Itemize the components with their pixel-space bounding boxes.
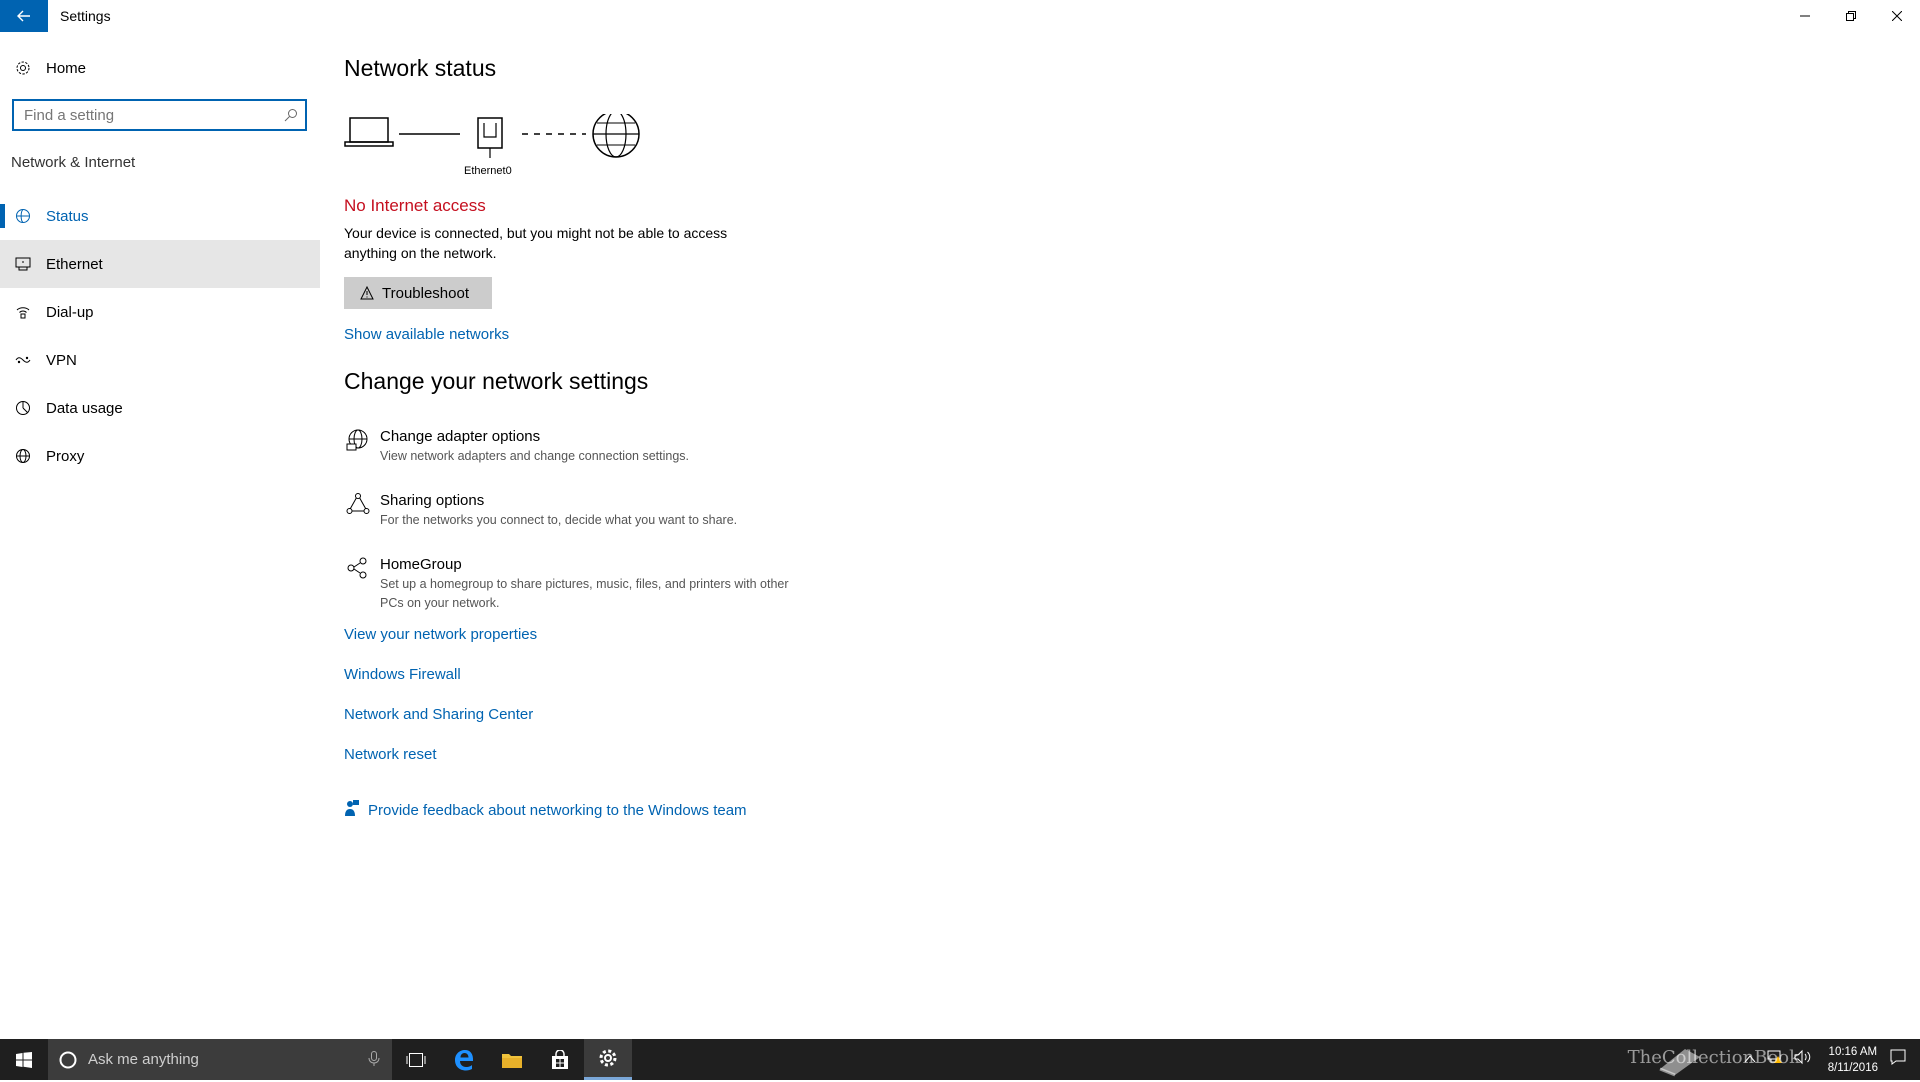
taskbar: Ask me anything TheCollectionBook 10:16 …: [0, 1039, 1920, 1080]
clock-date: 8/11/2016: [1827, 1061, 1878, 1074]
file-explorer-button[interactable]: [488, 1039, 536, 1080]
status-icon: [14, 207, 32, 225]
option-description: Set up a homegroup to share pictures, mu…: [380, 577, 789, 610]
dialup-icon: [14, 303, 32, 321]
sidebar-item-label: VPN: [46, 351, 77, 369]
laptop-icon: [344, 117, 394, 147]
sidebar-item-data-usage[interactable]: Data usage: [0, 384, 320, 432]
homegroup-option[interactable]: HomeGroup Set up a homegroup to share pi…: [344, 556, 824, 613]
action-center-icon[interactable]: [1890, 1049, 1906, 1070]
minimize-icon: [1800, 15, 1810, 17]
option-title: Sharing options: [380, 492, 485, 509]
restore-button[interactable]: [1828, 0, 1874, 32]
connection-status-description: Your device is connected, but you might …: [344, 225, 728, 261]
settings-gear-icon: [599, 1049, 617, 1067]
show-available-networks-link[interactable]: Show available networks: [344, 326, 509, 343]
sidebar-item-label: Dial-up: [46, 303, 94, 321]
globe-icon: [14, 447, 32, 465]
sidebar-item-label: Ethernet: [46, 255, 103, 273]
feedback-link[interactable]: Provide feedback about networking to the…: [344, 799, 747, 822]
cortana-search-box[interactable]: Ask me anything: [48, 1039, 392, 1080]
connection-status-heading: No Internet access: [344, 196, 486, 215]
window-title: Settings: [60, 8, 111, 24]
sidebar-item-ethernet[interactable]: Ethernet: [0, 240, 320, 288]
adapter-caption: Ethernet0: [464, 165, 512, 177]
minimize-button[interactable]: [1782, 0, 1828, 32]
watermark-text: TheCollectionBook: [1627, 1047, 1800, 1068]
option-description: For the networks you connect to, decide …: [380, 513, 738, 527]
title-bar: Settings: [0, 0, 1920, 32]
home-label: Home: [46, 59, 87, 77]
sidebar-item-label: Data usage: [46, 399, 123, 417]
section-title: Network & Internet: [11, 154, 136, 171]
close-icon: [1892, 11, 1902, 21]
cortana-placeholder: Ask me anything: [88, 1051, 199, 1068]
settings-search[interactable]: [12, 99, 307, 131]
windows-firewall-link[interactable]: Windows Firewall: [344, 666, 461, 683]
network-reset-link[interactable]: Network reset: [344, 746, 437, 763]
troubleshoot-label: Troubleshoot: [382, 284, 469, 302]
edge-icon: [455, 1049, 474, 1070]
settings-app-button[interactable]: [584, 1039, 632, 1080]
sidebar-item-label: Status: [46, 207, 89, 225]
network-sharing-center-link[interactable]: Network and Sharing Center: [344, 706, 533, 723]
book-watermark-icon: [1655, 1043, 1705, 1082]
clock[interactable]: 10:16 AM 8/11/2016: [1828, 1044, 1878, 1076]
gear-icon: [14, 59, 32, 77]
sharing-icon: [344, 492, 372, 520]
view-network-properties-link[interactable]: View your network properties: [344, 626, 537, 643]
start-button[interactable]: [0, 1039, 48, 1080]
vpn-icon: [14, 351, 32, 369]
adapter-globe-icon: [344, 428, 372, 456]
sidebar-item-dialup[interactable]: Dial-up: [0, 288, 320, 336]
back-button[interactable]: [0, 0, 48, 32]
close-button[interactable]: [1874, 0, 1920, 32]
data-usage-icon: [14, 399, 32, 417]
back-arrow-icon: [17, 10, 30, 22]
windows-logo-icon: [16, 1051, 32, 1068]
sidebar-item-label: Proxy: [46, 447, 85, 465]
sidebar-item-vpn[interactable]: VPN: [0, 336, 320, 384]
sidebar-item-proxy[interactable]: Proxy: [0, 432, 320, 480]
ethernet-icon: [14, 255, 32, 273]
task-view-icon: [406, 1052, 426, 1067]
task-view-button[interactable]: [392, 1039, 440, 1080]
window-controls: [1782, 0, 1920, 32]
option-title: HomeGroup: [380, 556, 462, 573]
main-content: Network status Ethernet0 No Internet acc…: [344, 32, 1844, 1039]
system-tray: TheCollectionBook 10:16 AM 8/11/2016: [1628, 1039, 1920, 1080]
restore-icon: [1846, 11, 1856, 21]
search-icon[interactable]: [277, 108, 305, 122]
ethernet-port-icon: [477, 117, 503, 158]
microphone-icon[interactable]: [368, 1051, 380, 1067]
store-button[interactable]: [536, 1039, 584, 1080]
sidebar: Home Network & Internet Status Ethernet …: [0, 32, 320, 1039]
home-nav-item[interactable]: Home: [0, 52, 320, 84]
homegroup-icon: [344, 556, 372, 584]
sharing-options[interactable]: Sharing options For the networks you con…: [344, 492, 824, 530]
clock-time: 10:16 AM: [1828, 1045, 1878, 1058]
sidebar-nav: Status Ethernet Dial-up VPN Data usage P…: [0, 192, 320, 480]
warning-icon: [360, 286, 374, 300]
option-description: View network adapters and change connect…: [380, 449, 689, 463]
troubleshoot-button[interactable]: Troubleshoot: [344, 277, 492, 309]
search-input[interactable]: [14, 101, 277, 129]
option-title: Change adapter options: [380, 428, 541, 445]
feedback-label: Provide feedback about networking to the…: [368, 802, 747, 819]
change-adapter-options[interactable]: Change adapter options View network adap…: [344, 428, 824, 466]
store-bag-icon: [552, 1049, 568, 1069]
network-status-title: Network status: [344, 55, 497, 81]
sidebar-item-status[interactable]: Status: [0, 192, 320, 240]
internet-globe-icon: [592, 114, 640, 158]
folder-icon: [502, 1053, 522, 1068]
feedback-person-icon: [344, 799, 360, 822]
change-settings-title: Change your network settings: [344, 368, 649, 394]
edge-browser-button[interactable]: [440, 1039, 488, 1080]
cortana-circle-icon: [59, 1051, 77, 1068]
